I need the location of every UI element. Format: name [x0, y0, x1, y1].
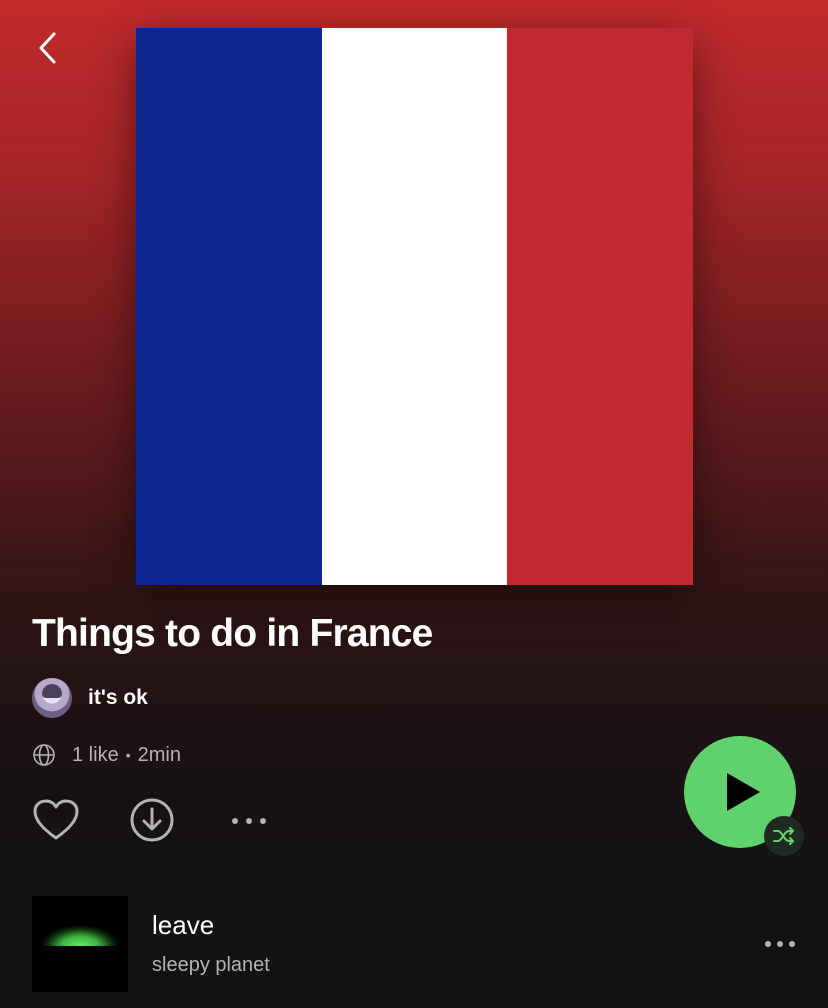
more-horizontal-icon: [765, 941, 795, 947]
avatar: [32, 678, 72, 718]
cover-stripe-red: [507, 28, 694, 585]
track-title: leave: [152, 910, 215, 940]
likes-count: 1 like: [72, 743, 119, 766]
track-artist: sleepy planet: [152, 954, 270, 976]
play-icon: [727, 773, 760, 811]
track-more-button[interactable]: [756, 926, 804, 962]
cover-stripe-white: [321, 28, 508, 585]
shuffle-icon: [773, 827, 794, 845]
back-button[interactable]: [28, 28, 68, 68]
chevron-left-icon: [39, 32, 56, 64]
track-artwork: [32, 896, 128, 992]
heart-icon: [33, 799, 79, 840]
owner-name: it's ok: [88, 686, 148, 709]
playlist-title: Things to do in France: [32, 612, 433, 655]
playlist-cover: [136, 28, 694, 585]
download-button[interactable]: [128, 796, 176, 844]
like-button[interactable]: [30, 794, 82, 846]
cover-stripe-blue: [136, 28, 322, 585]
more-options-button[interactable]: [224, 806, 274, 836]
more-horizontal-icon: [232, 818, 266, 824]
track-row[interactable]: leave sleepy planet: [0, 896, 828, 992]
download-icon: [130, 798, 174, 842]
meta-separator: •: [125, 747, 131, 763]
owner-link[interactable]: it's ok: [32, 678, 148, 718]
shuffle-button[interactable]: [764, 816, 804, 856]
playlist-duration: 2min: [137, 743, 181, 766]
playlist-meta: 1 like • 2min: [32, 741, 181, 769]
globe-icon: [33, 744, 55, 766]
